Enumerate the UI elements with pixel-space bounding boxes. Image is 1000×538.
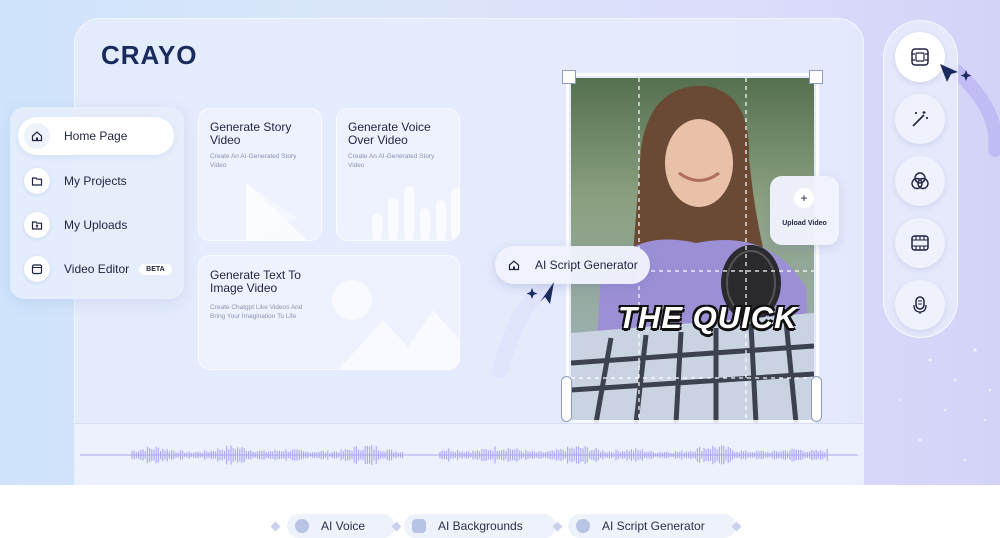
video-caption: THE QUICK — [618, 300, 798, 335]
sidebar-item-label: My Uploads — [64, 218, 128, 232]
sidebar-item-label: My Projects — [64, 174, 127, 188]
sidebar-item-label: Home Page — [64, 129, 128, 143]
sidebar-item-home[interactable]: Home Page — [18, 117, 174, 155]
video-editor-icon — [24, 256, 50, 282]
upload-folder-icon — [24, 212, 50, 238]
voice-icon — [295, 519, 309, 533]
card-generate-story-video[interactable]: Generate Story Video Create An AI-Genera… — [198, 108, 322, 241]
audio-bars-icon — [372, 186, 460, 241]
sidebar-nav: Home Page My Projects My Uploads Video E… — [10, 107, 184, 299]
film-strip-icon[interactable] — [895, 218, 945, 268]
feature-chip-ai-backgrounds[interactable]: AI Backgrounds — [404, 514, 556, 538]
upload-video-label: Upload Video — [782, 220, 827, 227]
home-icon — [501, 252, 527, 278]
script-icon — [576, 519, 590, 533]
feature-chips-row: AI Voice AI Backgrounds AI Script Genera… — [0, 505, 1000, 538]
resize-handle-top-left[interactable] — [562, 70, 576, 84]
resize-handle-bottom-right[interactable] — [811, 376, 822, 422]
feature-chip-label: AI Script Generator — [602, 519, 705, 533]
card-generate-text-to-image-video[interactable]: Generate Text To Image Video Create Chat… — [198, 255, 460, 370]
folder-icon — [24, 168, 50, 194]
sidebar-item-projects[interactable]: My Projects — [18, 162, 174, 200]
sidebar-item-video-editor[interactable]: Video Editor BETA — [18, 250, 174, 288]
image-icon — [412, 519, 426, 533]
home-icon — [24, 123, 50, 149]
timeline-bar[interactable] — [74, 423, 864, 485]
feature-chip-label: AI Voice — [321, 519, 366, 533]
feature-chip-ai-voice[interactable]: AI Voice — [287, 514, 395, 538]
resize-handle-top-right[interactable] — [809, 70, 823, 84]
play-illustration-icon — [246, 183, 308, 241]
ai-script-generator-pill[interactable]: AI Script Generator — [495, 246, 650, 284]
sidebar-item-label: Video Editor — [64, 262, 130, 276]
magic-wand-icon[interactable] — [895, 94, 945, 144]
microphone-icon[interactable] — [895, 280, 945, 330]
resize-handle-bottom-left[interactable] — [561, 376, 572, 422]
feature-chip-label: AI Backgrounds — [438, 519, 523, 533]
plus-icon: + — [794, 188, 814, 208]
ai-pill-label: AI Script Generator — [535, 258, 638, 272]
cursor-sparkle-icon — [940, 64, 972, 82]
crayo-logo[interactable]: CRAYO — [101, 40, 198, 71]
audio-waveform[interactable] — [74, 424, 864, 485]
image-illustration-icon — [332, 280, 460, 370]
beta-badge: BETA — [139, 263, 172, 275]
card-generate-voice-over-video[interactable]: Generate Voice Over Video Create An AI-G… — [336, 108, 460, 241]
upload-video-card[interactable]: + Upload Video — [770, 176, 839, 245]
feature-chip-ai-script-generator[interactable]: AI Script Generator — [568, 514, 736, 538]
cursor-sparkle-icon — [526, 282, 554, 304]
sidebar-item-uploads[interactable]: My Uploads — [18, 206, 174, 244]
hero-section: CRAYO Home Page My Projects My Uploads V… — [0, 0, 1000, 485]
color-filter-icon[interactable] — [895, 156, 945, 206]
